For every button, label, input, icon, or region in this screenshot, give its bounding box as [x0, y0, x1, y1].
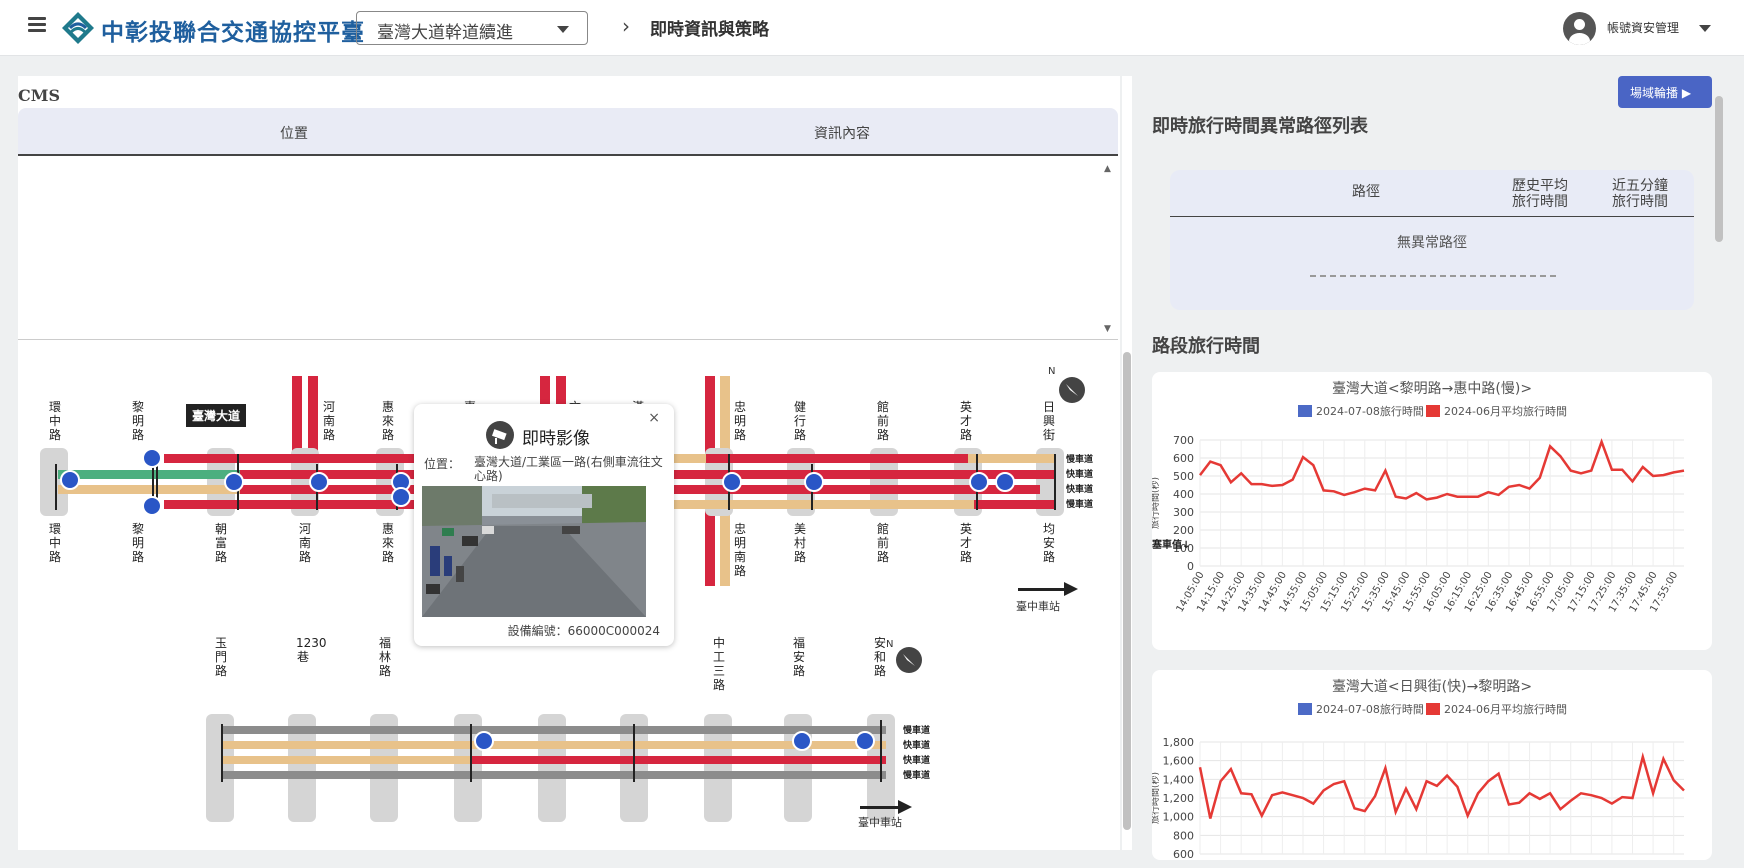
- popup-location: 臺灣大道/工業區一路(右側車流往文心路): [474, 455, 663, 483]
- no-data-message: 無異常路徑: [1397, 235, 1467, 251]
- breadcrumb: 即時資訊與策略: [650, 20, 769, 40]
- lane-label: 慢車道: [903, 726, 931, 736]
- lane-label: 慢車道: [1066, 455, 1094, 465]
- camera-popup: × 即時影像 位置： 臺灣大道/工業區一路(右側車流往文心路) 設備編號：660…: [414, 404, 674, 646]
- road-label: 館前路: [876, 400, 889, 442]
- y-tick-label: 1,400: [1163, 773, 1195, 786]
- road-label: 館前路: [876, 522, 889, 564]
- device-id: 設備編號：66000C000024: [507, 624, 660, 638]
- north-label-upper: N: [1048, 366, 1056, 377]
- road-label: 河南路: [298, 522, 311, 564]
- popup-location-label: 位置：: [424, 457, 461, 471]
- direction-label-upper: 臺中車站: [1016, 600, 1060, 613]
- close-icon[interactable]: ×: [648, 410, 660, 426]
- y-tick-label: 700: [1173, 434, 1194, 447]
- north-label-lower: N: [886, 639, 894, 650]
- left-scrollbar[interactable]: [1122, 76, 1132, 850]
- series-line: [1199, 438, 1685, 501]
- column-header-path: 路徑: [1352, 184, 1380, 200]
- road-label: 中工三路: [712, 636, 725, 692]
- popup-title: 即時影像: [522, 429, 590, 449]
- column-header-content: 資訊內容: [814, 126, 870, 142]
- chevron-down-icon[interactable]: [1699, 25, 1711, 32]
- road-label: 英才路: [959, 400, 972, 442]
- chart-card-2: 臺灣大道<日興街(快)→黎明路> 2024-07-08旅行時間 2024-06月…: [1152, 670, 1712, 860]
- y-tick-label: 1,200: [1163, 792, 1195, 805]
- lane-label: 慢車道: [1066, 500, 1094, 510]
- road-label: 忠明南路: [733, 522, 746, 578]
- cms-table-header: 位置 資訊內容: [18, 108, 1118, 156]
- direction-label-lower: 臺中車站: [858, 816, 902, 829]
- road-tag: 臺灣大道: [186, 404, 247, 427]
- chart-card-1: 臺灣大道<黎明路→惠中路(慢)> 2024-07-08旅行時間 2024-06月…: [1152, 372, 1712, 650]
- abnormal-path-table: 路徑 歷史平均 旅行時間 近五分鐘 旅行時間 無異常路徑: [1170, 170, 1694, 310]
- y-axis-label: 旅行時間(秒): [1152, 477, 1161, 529]
- segment-time-title: 路段旅行時間: [1152, 336, 1260, 357]
- road-label: 美村路: [793, 522, 806, 564]
- y-axis-label: 旅行時間(秒): [1152, 772, 1161, 824]
- lane-label: 快車道: [903, 756, 931, 766]
- column-header-hist: 歷史平均 旅行時間: [1512, 178, 1568, 210]
- route-select[interactable]: 臺灣大道幹道續進: [356, 11, 588, 45]
- top-bar: 中彰投聯合交通協控平臺 臺灣大道幹道續進 › 即時資訊與策略 帳號資安管理: [0, 0, 1744, 56]
- chevron-right-icon: ›: [622, 14, 630, 38]
- chart-plot-2: 600 800 1,000 1,200 1,400 1,600 1,800 旅行時間(秒): [1152, 736, 1685, 860]
- hamburger-menu-icon[interactable]: [28, 17, 46, 33]
- cms-title: CMS: [18, 86, 60, 105]
- road-label: 黎明路: [131, 400, 144, 442]
- road-label: 惠來路: [381, 522, 394, 564]
- column-header-location: 位置: [280, 126, 308, 142]
- road-label: 福林路: [378, 636, 391, 678]
- app-title: 中彰投聯合交通協控平臺: [101, 20, 365, 46]
- road-label: 忠明路: [733, 400, 746, 442]
- road-label: 朝富路: [214, 522, 227, 564]
- y-tick-label: 300: [1173, 506, 1194, 519]
- y-tick-label: 1,800: [1163, 736, 1195, 749]
- annotation: 塞車值↓: [1152, 538, 1190, 551]
- cctv-icon: [486, 421, 514, 449]
- cms-table-body[interactable]: ▲ ▼: [18, 158, 1118, 340]
- road-label: 均安路: [1042, 522, 1055, 564]
- road-label: 日興街: [1042, 400, 1055, 442]
- y-tick-label: 600: [1173, 452, 1194, 465]
- avatar[interactable]: [1563, 12, 1596, 45]
- scroll-down-icon[interactable]: ▼: [1104, 324, 1111, 334]
- road-label: 環中路: [48, 400, 61, 442]
- lane-label: 快車道: [903, 741, 931, 751]
- route-select-value: 臺灣大道幹道續進: [377, 23, 513, 43]
- series-line: [1198, 752, 1685, 820]
- chevron-down-icon: [557, 26, 569, 33]
- y-tick-label: 600: [1173, 848, 1194, 860]
- y-tick-label: 500: [1173, 470, 1194, 483]
- y-tick-label: 1,000: [1163, 811, 1195, 824]
- road-label: 玉門路: [214, 636, 227, 678]
- logo-icon: [62, 12, 94, 44]
- road-label: 1230巷: [296, 636, 327, 664]
- road-label: 安和路: [873, 636, 886, 678]
- road-label: 環中路: [48, 522, 61, 564]
- right-scrollbar[interactable]: [1714, 90, 1724, 850]
- y-tick-label: 800: [1173, 829, 1194, 842]
- lane-label: 快車道: [1066, 470, 1094, 480]
- y-tick-label: 400: [1173, 488, 1194, 501]
- lane-label: 快車道: [1066, 485, 1094, 495]
- y-tick-label: 200: [1173, 524, 1194, 537]
- road-label: 英才路: [959, 522, 972, 564]
- account-menu[interactable]: 帳號資安管理: [1607, 19, 1679, 36]
- road-label: 健行路: [793, 400, 806, 442]
- region-carousel-button[interactable]: 場域輪播 ▶: [1618, 76, 1712, 108]
- road-label: 黎明路: [131, 522, 144, 564]
- road-label: 福安路: [792, 636, 805, 678]
- lane-label: 慢車道: [903, 771, 931, 781]
- camera-image: [422, 486, 646, 617]
- scroll-up-icon[interactable]: ▲: [1104, 164, 1111, 174]
- chart-plot-1: 010020030040050060070014:05:0014:15:0014…: [1152, 434, 1685, 614]
- y-tick-label: 1,600: [1163, 755, 1195, 768]
- road-label: 惠來路: [381, 400, 394, 442]
- column-header-recent: 近五分鐘 旅行時間: [1612, 178, 1668, 210]
- road-label: 河南路: [322, 400, 335, 442]
- y-tick-label: 0: [1187, 560, 1194, 573]
- abnormal-list-title: 即時旅行時間異常路徑列表: [1152, 116, 1368, 137]
